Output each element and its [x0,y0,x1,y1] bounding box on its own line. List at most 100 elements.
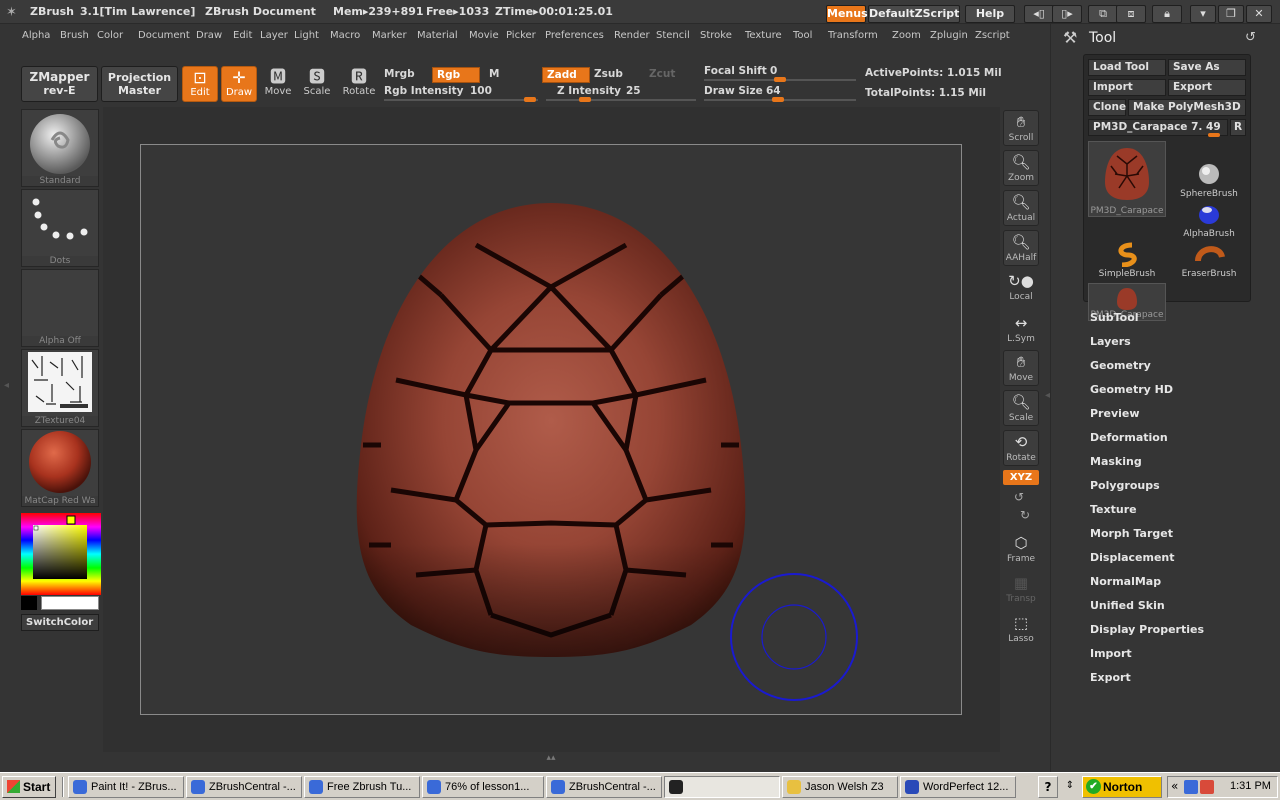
rotate-view-button[interactable]: ⟲ Rotate [1003,430,1039,466]
rotate-mode-button[interactable]: 🆁︎ Rotate [341,66,377,102]
current-tool-slider[interactable]: PM3D_Carapace 7. 49 [1088,119,1228,136]
subpalette-deformation[interactable]: Deformation [1090,431,1168,444]
taskbar-task-7[interactable]: WordPerfect 12... [900,776,1016,798]
subpalette-polygroups[interactable]: Polygroups [1090,479,1160,492]
draw-size-slider[interactable] [704,97,856,102]
switch-color-button[interactable]: SwitchColor [21,614,99,631]
mrgb-toggle[interactable]: Mrgb [384,68,415,80]
minimize-icon[interactable]: ▾ [1190,5,1216,23]
taskbar-task-1[interactable]: ZBrushCentral -... [186,776,302,798]
taskbar-task-2[interactable]: Free Zbrush Tu... [304,776,420,798]
rgb-intensity-slider[interactable] [384,97,538,102]
move-view-button[interactable]: ✋︎ Move [1003,350,1039,386]
color-picker[interactable] [21,513,101,595]
local-button[interactable]: ↻● Local [1003,270,1039,306]
document-canvas[interactable] [140,144,962,715]
norton-button[interactable]: ✔ Norton [1082,776,1162,798]
menu-preferences[interactable]: Preferences [545,30,604,41]
rotate-z-icon[interactable]: ↻ [1020,508,1030,522]
menu-movie[interactable]: Movie [469,30,499,41]
taskbar-task-3[interactable]: 76% of lesson1... [422,776,544,798]
stroke-selector[interactable]: Dots [21,189,99,267]
menu-draw[interactable]: Draw [196,30,222,41]
restore-layout-icon[interactable]: ⧉ [1088,5,1118,23]
lock-icon[interactable]: 🔒︎ [1152,5,1182,23]
menu-layer[interactable]: Layer [260,30,288,41]
taskbar-task-5[interactable] [664,776,780,798]
zsub-toggle[interactable]: Zsub [594,68,623,80]
alpha-selector[interactable]: Alpha Off [21,269,99,347]
menu-document[interactable]: Document [138,30,190,41]
menu-stroke[interactable]: Stroke [700,30,732,41]
z-intensity-slider[interactable] [546,97,696,102]
tool-thumb-eraserbrush[interactable]: EraserBrush [1170,241,1248,279]
menu-color[interactable]: Color [97,30,123,41]
subpalette-normalmap[interactable]: NormalMap [1090,575,1161,588]
frame-button[interactable]: ⬡ Frame [1003,532,1039,568]
move-mode-button[interactable]: 🅼︎ Move [260,66,296,102]
help-button[interactable]: Help [965,5,1015,23]
clone-button[interactable]: Clone [1088,99,1126,116]
menu-picker[interactable]: Picker [506,30,536,41]
scale-mode-button[interactable]: 🆂︎ Scale [299,66,335,102]
tray-right-icon[interactable]: ▯▸ [1052,5,1082,23]
menu-transform[interactable]: Transform [828,30,878,41]
lasso-button[interactable]: ⬚ Lasso [1003,612,1039,648]
tool-thumb-alphabrush[interactable]: AlphaBrush [1170,201,1248,239]
subpalette-geometry-hd[interactable]: Geometry HD [1090,383,1173,396]
tray-left-icon[interactable]: ◂▯ [1024,5,1054,23]
transp-button[interactable]: ▦ Transp [1003,572,1039,608]
left-tray-handle[interactable]: ◂ [4,380,14,404]
subpalette-masking[interactable]: Masking [1090,455,1142,468]
menu-edit[interactable]: Edit [233,30,252,41]
zcut-toggle[interactable]: Zcut [649,68,675,80]
texture-selector[interactable]: ZTexture04 [21,349,99,427]
tool-thumb-carapace[interactable]: PM3D_Carapace [1088,141,1166,217]
subpalette-unified-skin[interactable]: Unified Skin [1090,599,1165,612]
tool-palette-title[interactable]: Tool [1089,30,1116,46]
menu-light[interactable]: Light [294,30,319,41]
menu-brush[interactable]: Brush [60,30,89,41]
maximize-icon[interactable]: ❐ [1218,5,1244,23]
clock[interactable]: 1:31 PM [1230,780,1271,792]
menu-marker[interactable]: Marker [372,30,407,41]
save-as-button[interactable]: Save As [1168,59,1246,76]
tool-thumb-simplebrush[interactable]: SimpleBrush [1088,241,1166,279]
rotate-y-icon[interactable]: ↺ [1014,490,1024,504]
zadd-toggle[interactable]: Zadd [542,67,590,83]
scale-view-button[interactable]: 🔍︎ Scale [1003,390,1039,426]
taskbar-task-0[interactable]: Paint It! - ZBrus... [68,776,184,798]
zmapper-button[interactable]: ZMapper rev-E [21,66,98,102]
subpalette-preview[interactable]: Preview [1090,407,1140,420]
m-toggle[interactable]: M [489,68,499,80]
draw-mode-button[interactable]: ✛ Draw [221,66,257,102]
network-icon[interactable] [1184,780,1198,794]
subpalette-subtool[interactable]: SubTool [1090,311,1139,324]
lsym-button[interactable]: ↔ L.Sym [1003,312,1039,348]
taskbar-task-6[interactable]: Jason Welsh Z3 [782,776,898,798]
subpalette-texture[interactable]: Texture [1090,503,1137,516]
save-layout-icon[interactable]: ⧈ [1116,5,1146,23]
tray-expand-icon[interactable]: « [1171,779,1178,793]
primary-color-swatch[interactable] [41,596,99,610]
material-selector[interactable]: MatCap Red Wa [21,429,99,507]
menu-zscript[interactable]: Zscript [975,30,1010,41]
edit-mode-button[interactable]: ⊡ Edit [182,66,218,102]
subpalette-display-properties[interactable]: Display Properties [1090,623,1204,636]
help-question-icon[interactable]: ? [1038,776,1058,798]
menu-zplugin[interactable]: Zplugin [930,30,968,41]
subpalette-layers[interactable]: Layers [1090,335,1131,348]
projection-master-button[interactable]: Projection Master [101,66,178,102]
subpalette-morph-target[interactable]: Morph Target [1090,527,1173,540]
focal-shift-slider[interactable] [704,77,856,82]
menu-render[interactable]: Render [614,30,650,41]
secondary-color-swatch[interactable] [21,596,37,610]
taskbar-task-4[interactable]: ZBrushCentral -... [546,776,662,798]
menu-tool[interactable]: Tool [793,30,812,41]
make-polymesh-button[interactable]: Make PolyMesh3D [1128,99,1246,116]
bottom-tray-handle[interactable]: ▴▴ [487,753,615,763]
start-button[interactable]: Start [2,776,56,798]
subpalette-import[interactable]: Import [1090,647,1132,660]
menu-macro[interactable]: Macro [330,30,360,41]
menu-texture[interactable]: Texture [745,30,782,41]
